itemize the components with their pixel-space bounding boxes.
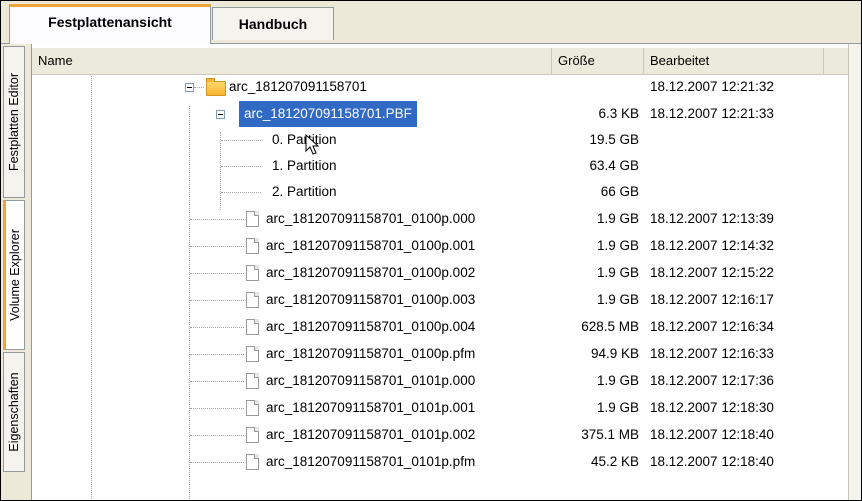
tree-branch-line bbox=[190, 246, 244, 247]
side-tab-festplatten-editor[interactable]: Festplatten Editor bbox=[3, 46, 25, 198]
column-header-modified[interactable]: Bearbeitet bbox=[644, 48, 824, 74]
file-modified: 18.12.2007 12:15:22 bbox=[650, 265, 774, 280]
tree-row-file[interactable]: arc_181207091158701_0100p.001 1.9 GB 18.… bbox=[32, 233, 849, 259]
file-modified: 18.12.2007 12:16:33 bbox=[650, 346, 774, 361]
tree-row-partition[interactable]: 1. Partition 63.4 GB bbox=[32, 153, 849, 179]
file-modified: 18.12.2007 12:13:39 bbox=[650, 211, 774, 226]
tree-branch-line bbox=[190, 462, 244, 463]
app-window: Festplattenansicht Handbuch Festplatten … bbox=[0, 0, 862, 501]
partition-name: 2. Partition bbox=[272, 184, 337, 199]
file-name: arc_181207091158701_0101p.001 bbox=[266, 400, 476, 415]
tree-branch-line bbox=[190, 354, 244, 355]
file-icon bbox=[246, 319, 259, 335]
file-size: 94.9 KB bbox=[590, 346, 639, 361]
file-name: arc_181207091158701_0101p.000 bbox=[266, 373, 476, 388]
file-name: arc_181207091158701_0101p.002 bbox=[266, 427, 476, 442]
file-icon bbox=[246, 454, 259, 470]
tree-branch-line bbox=[194, 87, 204, 88]
pbf-file-modified: 18.12.2007 12:21:33 bbox=[650, 106, 774, 121]
file-name: arc_181207091158701_0100p.000 bbox=[266, 211, 476, 226]
tree-row-file[interactable]: arc_181207091158701_0100p.000 1.9 GB 18.… bbox=[32, 206, 849, 232]
tree-row-partition[interactable]: 2. Partition 66 GB bbox=[32, 179, 849, 205]
tree-branch-line bbox=[190, 327, 244, 328]
side-tab-label: Volume Explorer bbox=[8, 229, 22, 321]
tree-branch-line bbox=[190, 435, 244, 436]
column-header: Name Größe Bearbeitet bbox=[32, 48, 849, 75]
file-size: 45.2 KB bbox=[590, 454, 639, 469]
expand-collapse-icon[interactable] bbox=[185, 83, 194, 92]
file-name: arc_181207091158701_0100p.001 bbox=[266, 238, 476, 253]
tree-row-partition[interactable]: 0. Partition 19.5 GB bbox=[32, 127, 849, 153]
file-icon bbox=[246, 346, 259, 362]
file-icon bbox=[246, 400, 259, 416]
file-size: 375.1 MB bbox=[581, 427, 639, 442]
tree-row-file[interactable]: arc_181207091158701_0100p.002 1.9 GB 18.… bbox=[32, 260, 849, 286]
tree-branch-line bbox=[221, 166, 261, 167]
partition-size: 66 GB bbox=[600, 184, 639, 199]
tree-row-file[interactable]: arc_181207091158701_0100p.pfm 94.9 KB 18… bbox=[32, 341, 849, 367]
tree-branch-line bbox=[221, 192, 261, 193]
file-modified: 18.12.2007 12:18:40 bbox=[650, 427, 774, 442]
file-size: 1.9 GB bbox=[596, 211, 639, 226]
file-icon bbox=[246, 427, 259, 443]
column-header-size[interactable]: Größe bbox=[552, 48, 644, 74]
file-size: 1.9 GB bbox=[596, 265, 639, 280]
tree-row-file[interactable]: arc_181207091158701_0101p.001 1.9 GB 18.… bbox=[32, 395, 849, 421]
pbf-file-size: 6.3 KB bbox=[598, 106, 639, 121]
file-name: arc_181207091158701_0100p.002 bbox=[266, 265, 476, 280]
file-size: 628.5 MB bbox=[581, 319, 639, 334]
tree-branch-line bbox=[190, 273, 244, 274]
tree-branch-line bbox=[190, 300, 244, 301]
file-name: arc_181207091158701_0100p.pfm bbox=[266, 346, 476, 361]
side-tab-volume-explorer[interactable]: Volume Explorer bbox=[3, 200, 25, 350]
tree-row-root-folder[interactable]: arc_181207091158701 18.12.2007 12:21:32 bbox=[32, 74, 849, 100]
file-name: arc_181207091158701_0100p.004 bbox=[266, 319, 476, 334]
file-modified: 18.12.2007 12:14:32 bbox=[650, 238, 774, 253]
tab-festplattenansicht[interactable]: Festplattenansicht bbox=[9, 4, 211, 44]
tree-branch-line bbox=[221, 140, 261, 141]
root-folder-modified: 18.12.2007 12:21:32 bbox=[650, 79, 774, 94]
root-folder-name: arc_181207091158701 bbox=[229, 79, 367, 94]
tree-row-file[interactable]: arc_181207091158701_0101p.002 375.1 MB 1… bbox=[32, 422, 849, 448]
file-modified: 18.12.2007 12:18:30 bbox=[650, 400, 774, 415]
file-modified: 18.12.2007 12:18:40 bbox=[650, 454, 774, 469]
side-tab-eigenschaften[interactable]: Eigenschaften bbox=[3, 352, 25, 472]
file-size: 1.9 GB bbox=[596, 292, 639, 307]
tree-branch-line bbox=[190, 381, 244, 382]
tree-branch-line bbox=[190, 219, 244, 220]
mouse-pointer-icon bbox=[305, 134, 320, 155]
tree-row-file[interactable]: arc_181207091158701_0100p.003 1.9 GB 18.… bbox=[32, 287, 849, 313]
expand-collapse-icon[interactable] bbox=[216, 110, 225, 119]
partition-size: 63.4 GB bbox=[589, 158, 639, 173]
file-size: 1.9 GB bbox=[596, 373, 639, 388]
tree-row-file[interactable]: arc_181207091158701_0101p.pfm 45.2 KB 18… bbox=[32, 449, 849, 475]
file-size: 1.9 GB bbox=[596, 238, 639, 253]
tree-branch-line bbox=[190, 408, 244, 409]
file-icon bbox=[246, 238, 259, 254]
column-header-name[interactable]: Name bbox=[32, 48, 552, 74]
tab-handbuch[interactable]: Handbuch bbox=[212, 7, 334, 40]
side-tab-label: Festplatten Editor bbox=[7, 73, 21, 171]
pbf-file-name: arc_181207091158701.PBF bbox=[238, 100, 418, 128]
file-icon bbox=[246, 265, 259, 281]
top-tab-strip: Festplattenansicht Handbuch bbox=[1, 1, 861, 44]
tree-row-file[interactable]: arc_181207091158701_0101p.000 1.9 GB 18.… bbox=[32, 368, 849, 394]
file-modified: 18.12.2007 12:17:36 bbox=[650, 373, 774, 388]
file-icon bbox=[246, 373, 259, 389]
file-name: arc_181207091158701_0100p.003 bbox=[266, 292, 476, 307]
file-modified: 18.12.2007 12:16:34 bbox=[650, 319, 774, 334]
folder-icon bbox=[206, 78, 226, 96]
partition-size: 19.5 GB bbox=[589, 132, 639, 147]
partition-name: 1. Partition bbox=[272, 158, 337, 173]
file-name: arc_181207091158701_0101p.pfm bbox=[266, 454, 476, 469]
vertical-scrollbar[interactable] bbox=[848, 44, 861, 500]
side-tab-label: Eigenschaften bbox=[7, 372, 21, 452]
file-icon bbox=[246, 292, 259, 308]
file-size: 1.9 GB bbox=[596, 400, 639, 415]
tree-row-file[interactable]: arc_181207091158701_0100p.004 628.5 MB 1… bbox=[32, 314, 849, 340]
file-modified: 18.12.2007 12:16:17 bbox=[650, 292, 774, 307]
file-icon bbox=[246, 211, 259, 227]
tree-row-pbf-file[interactable]: arc_181207091158701.PBF 6.3 KB 18.12.200… bbox=[32, 100, 849, 128]
tree-list-view[interactable]: Name Größe Bearbeitet arc_18120709115870… bbox=[31, 44, 849, 500]
